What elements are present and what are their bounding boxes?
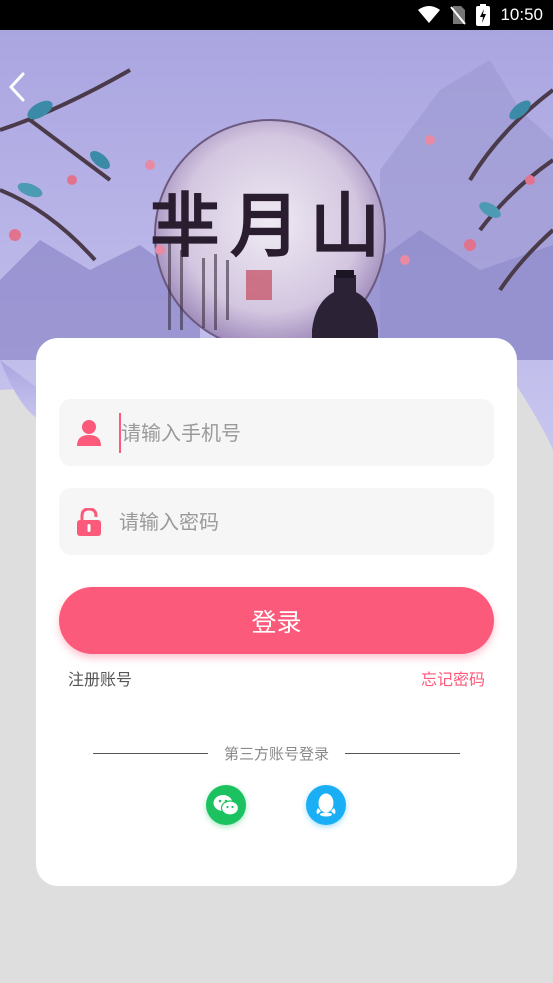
status-icons: 10:50 [418, 0, 543, 30]
login-card: 登录 注册账号 忘记密码 第三方账号登录 [36, 338, 517, 886]
third-party-label: 第三方账号登录 [224, 744, 330, 763]
status-time: 10:50 [500, 5, 543, 24]
banner-logo: 芈月山 [150, 184, 390, 267]
wechat-login-button[interactable] [206, 785, 246, 825]
phone-field [59, 399, 494, 466]
back-button[interactable] [8, 72, 38, 106]
wifi-icon [418, 6, 441, 23]
register-link[interactable]: 注册账号 [68, 666, 132, 690]
divider-line-right [345, 752, 461, 754]
no-sim-icon [450, 6, 467, 25]
battery-charging-icon [476, 4, 491, 26]
chevron-left-icon [9, 72, 25, 102]
qq-login-button[interactable] [306, 785, 346, 825]
wechat-icon [213, 795, 239, 816]
phone-input[interactable] [119, 412, 494, 453]
status-bar: 10:50 [0, 0, 553, 30]
login-button[interactable]: 登录 [59, 587, 494, 654]
third-party-divider: 第三方账号登录 [93, 742, 461, 764]
qq-icon [316, 793, 336, 817]
forgot-password-link[interactable]: 忘记密码 [421, 666, 485, 690]
password-field [59, 488, 494, 555]
divider-line-left [93, 752, 208, 754]
lock-icon [59, 488, 119, 555]
user-icon [59, 399, 119, 466]
password-input[interactable] [119, 501, 494, 542]
